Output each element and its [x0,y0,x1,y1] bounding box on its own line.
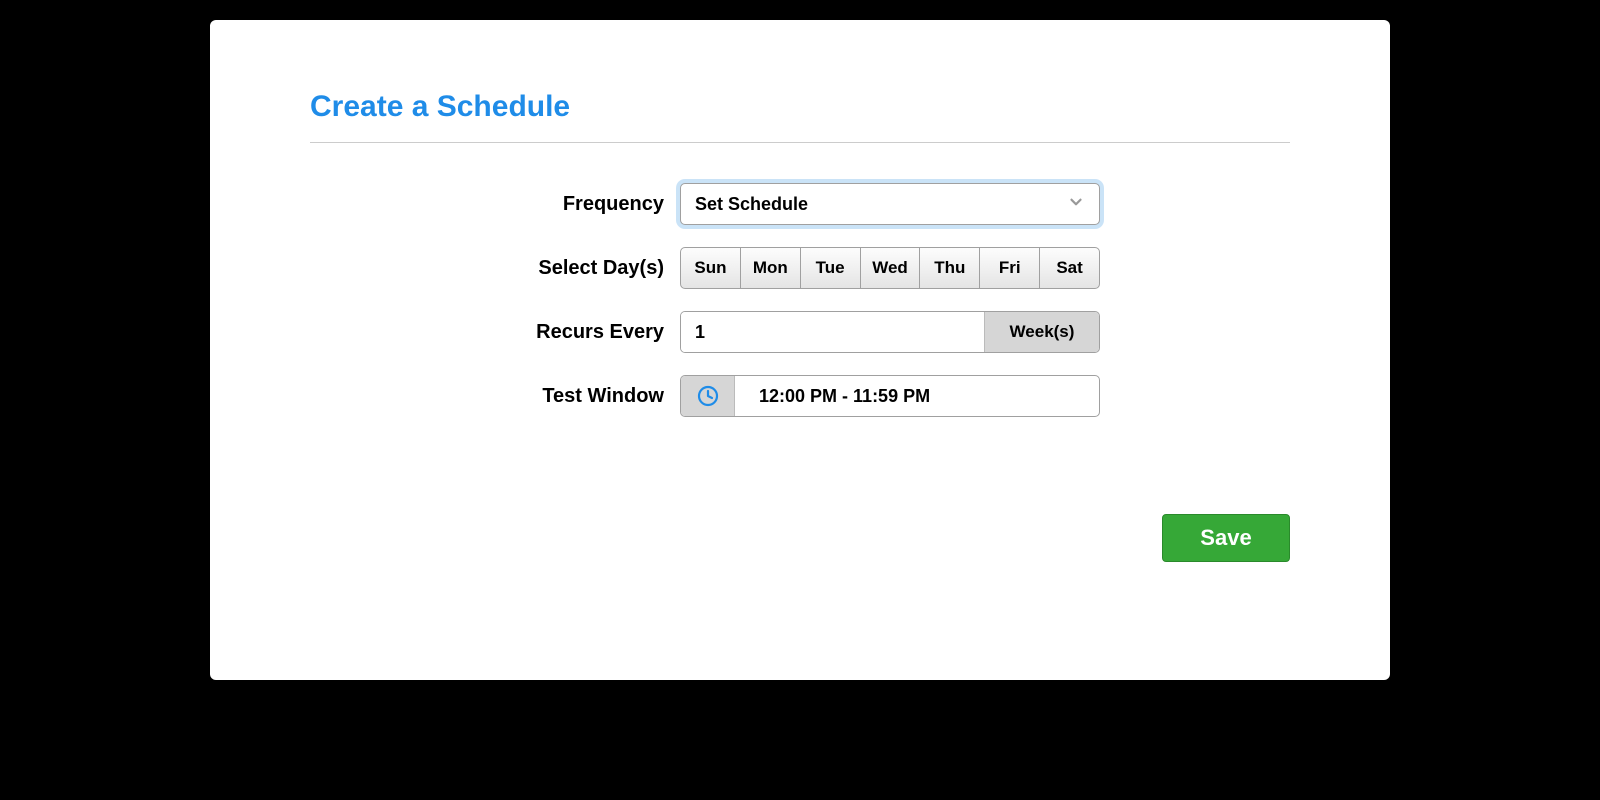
day-btn-mon[interactable]: Mon [741,248,801,288]
recurs-input-group: Week(s) [680,311,1100,353]
label-test-window: Test Window [310,385,680,408]
row-recurs: Recurs Every Week(s) [310,311,1290,353]
row-test-window: Test Window 12:00 PM - 11:59 PM [310,375,1290,417]
day-btn-fri[interactable]: Fri [980,248,1040,288]
day-btn-thu[interactable]: Thu [920,248,980,288]
row-frequency: Frequency Set Schedule [310,183,1290,225]
test-window-value: 12:00 PM - 11:59 PM [735,386,954,407]
row-select-days: Select Day(s) Sun Mon Tue Wed Thu Fri Sa… [310,247,1290,289]
day-btn-sat[interactable]: Sat [1040,248,1099,288]
day-selector: Sun Mon Tue Wed Thu Fri Sat [680,247,1100,289]
label-select-days: Select Day(s) [310,257,680,280]
chevron-down-icon [1067,193,1085,216]
page-title: Create a Schedule [310,90,1290,124]
frequency-select[interactable]: Set Schedule [680,183,1100,225]
day-btn-tue[interactable]: Tue [801,248,861,288]
label-recurs: Recurs Every [310,321,680,344]
day-btn-sun[interactable]: Sun [681,248,741,288]
label-frequency: Frequency [310,193,680,216]
schedule-card: Create a Schedule Frequency Set Schedule… [210,20,1390,680]
frequency-selected-value: Set Schedule [695,194,1067,215]
divider [310,142,1290,143]
recurs-unit-label: Week(s) [984,312,1099,352]
clock-icon [681,376,735,416]
save-button[interactable]: Save [1162,514,1290,562]
day-btn-wed[interactable]: Wed [861,248,921,288]
test-window-input[interactable]: 12:00 PM - 11:59 PM [680,375,1100,417]
recurs-value-input[interactable] [681,312,984,352]
